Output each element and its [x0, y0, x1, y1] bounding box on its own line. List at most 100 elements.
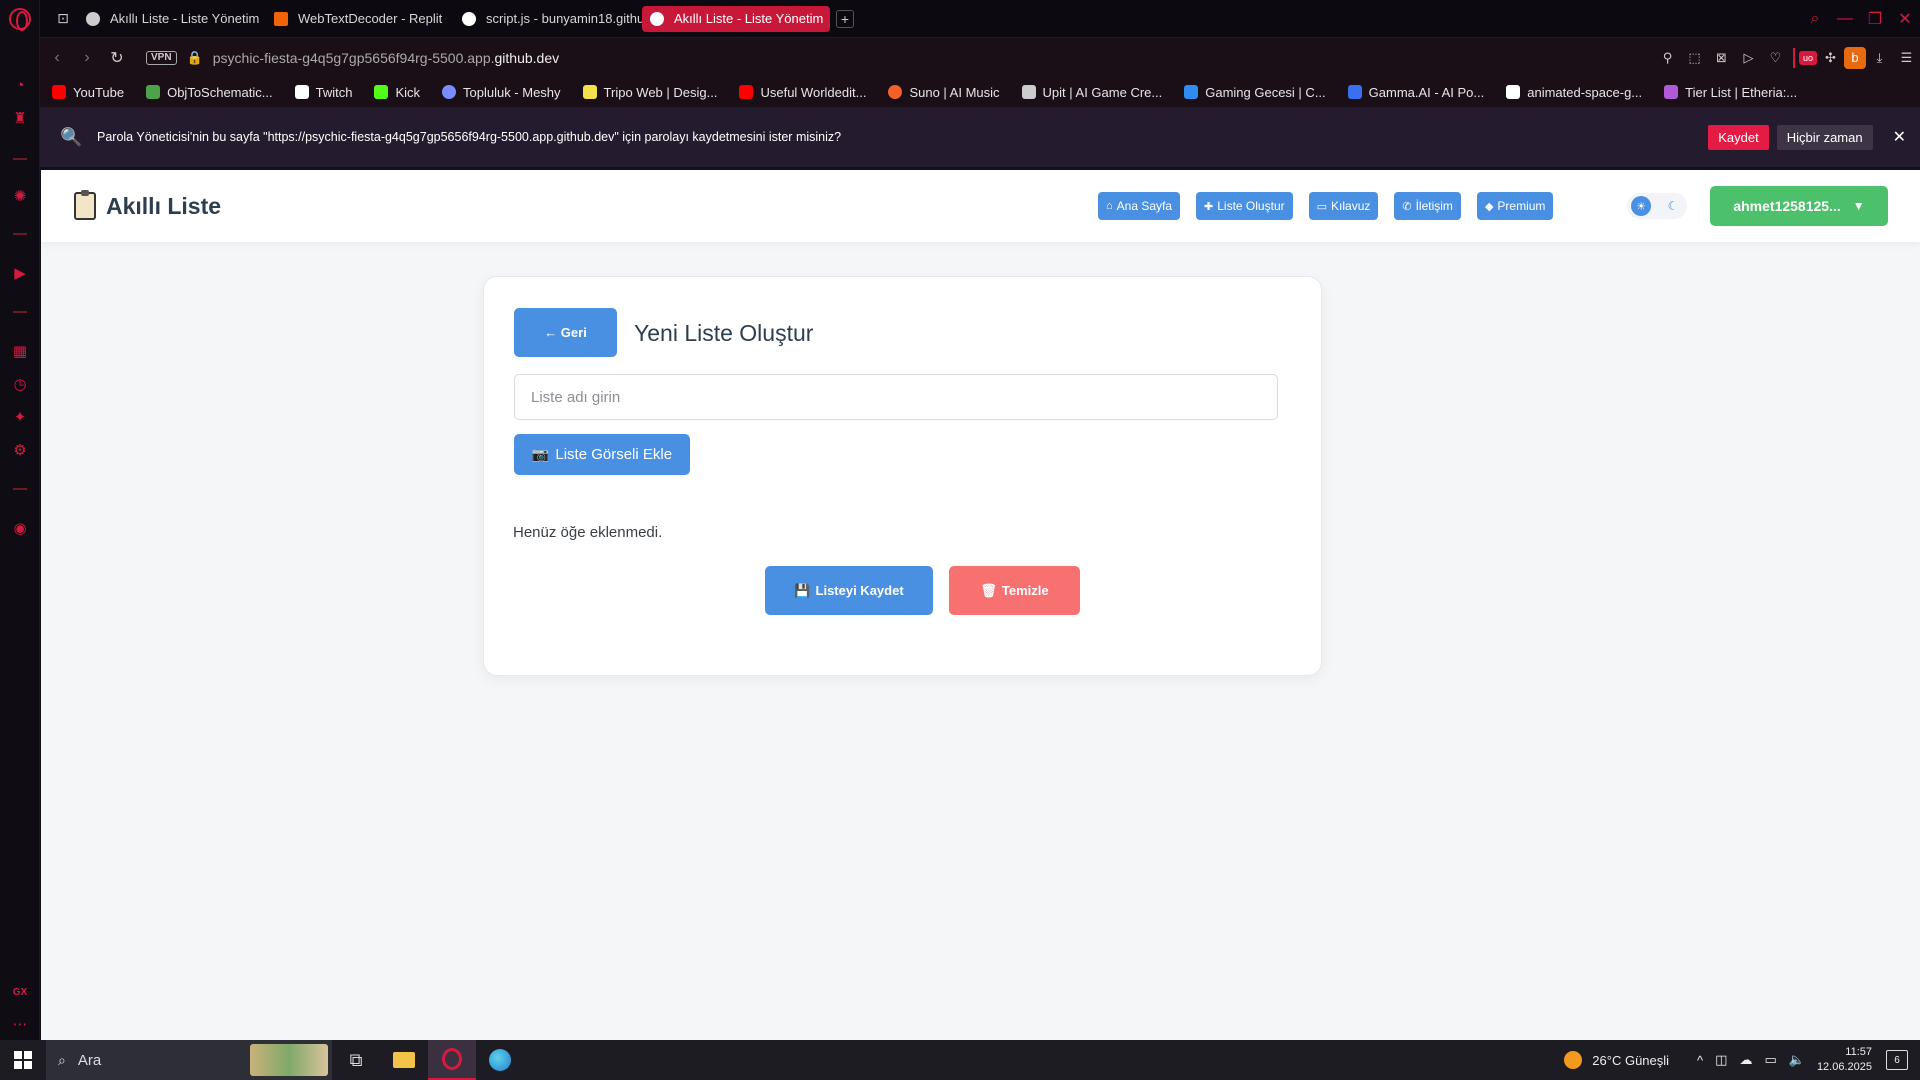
meet-icon[interactable]: ◫ [1715, 1052, 1727, 1068]
settings-icon[interactable]: ⚙ [10, 440, 30, 460]
tab-akilli-liste-active[interactable]: Akıllı Liste - Liste Yönetim [642, 5, 830, 32]
opera-logo-icon[interactable] [9, 8, 31, 31]
url-prefix: psychic-fiesta-g4q5g7gp5656f94rg-5500.ap… [212, 49, 495, 66]
nav-iletisim[interactable]: ✆ İletişim [1394, 192, 1461, 220]
bookmark-animated-space[interactable]: animated-space-g... [1506, 85, 1642, 100]
etheria-icon [1664, 85, 1679, 99]
notification-icon[interactable]: 6 [1886, 1050, 1908, 1070]
search-label: Ara [77, 1051, 102, 1069]
bookmark-meshy[interactable]: Topluluk - Meshy [442, 85, 561, 100]
nav-premium[interactable]: ◆ Premium [1476, 192, 1554, 220]
url-domain: github.dev [494, 49, 560, 66]
menu-icon[interactable]: ☰ [1893, 50, 1920, 66]
weather-sun-icon[interactable] [1564, 1051, 1583, 1069]
more-icon[interactable]: ⋯ [10, 1014, 30, 1034]
bookmark-label: Tripo Web | Desig... [603, 84, 718, 100]
user-menu-button[interactable]: ahmet1258125... ▼ [1710, 186, 1888, 226]
edge-taskbar-button[interactable] [476, 1040, 524, 1080]
adblock-icon[interactable]: ⊠ [1708, 50, 1735, 66]
tab-search-icon[interactable]: ⌕ [1800, 10, 1830, 28]
ublock-extension-icon[interactable]: uo [1799, 51, 1817, 65]
volume-icon[interactable]: 🔈 [1789, 1052, 1805, 1068]
network-icon[interactable]: ▭ [1764, 1052, 1776, 1068]
back-button[interactable]: ← Geri [514, 308, 617, 357]
restore-button[interactable]: ❐ [1860, 9, 1890, 29]
bookmark-suno[interactable]: Suno | AI Music [888, 85, 1000, 100]
pin-icon[interactable]: ⚲ [1654, 50, 1681, 66]
clear-button[interactable]: 🗑 Temizle [949, 566, 1080, 615]
theme-toggle[interactable]: ☀ ☾ [1627, 193, 1687, 219]
bookmark-objtoschematic[interactable]: ObjToSchematic... [146, 85, 273, 100]
nav-label: Liste Oluştur [1217, 199, 1285, 213]
speed-dial-icon[interactable]: ◔ [10, 75, 30, 95]
save-list-button[interactable]: 💾 Listeyi Kaydet [765, 566, 933, 615]
nav-liste-olustur[interactable]: ✚ Liste Oluştur [1196, 192, 1293, 220]
new-tab-button[interactable]: + [836, 9, 854, 28]
player-bar-icon[interactable]: ▷ [1735, 50, 1762, 66]
plus-icon: ✚ [1204, 200, 1214, 213]
moon-icon[interactable]: ☾ [1663, 196, 1683, 216]
weather-text[interactable]: 26°C Güneşli [1592, 1053, 1669, 1068]
download-icon[interactable]: ⤓ [1866, 50, 1893, 66]
sun-icon[interactable]: ☀ [1631, 196, 1651, 216]
snapshot-icon[interactable]: ⬚ [1681, 50, 1708, 66]
nav-ana-sayfa[interactable]: ⌂ Ana Sayfa [1098, 192, 1181, 220]
bookmark-youtube[interactable]: YouTube [52, 85, 124, 100]
address-actions: ⚲ ⬚ ⊠ ▷ ♡ uo ✣ b ⤓ ☰ [1654, 38, 1920, 78]
edge-icon [489, 1049, 511, 1071]
password-never-button[interactable]: Hiçbir zaman [1776, 124, 1873, 150]
workspaces-icon[interactable]: ▦ [10, 341, 30, 361]
close-icon[interactable]: ✕ [1893, 127, 1906, 147]
player-icon[interactable]: ▶ [10, 263, 30, 283]
bookmark-twitch[interactable]: Twitch [294, 85, 352, 100]
bookmark-kick[interactable]: Kick [374, 85, 420, 100]
bookmark-tripo[interactable]: Tripo Web | Desig... [582, 84, 718, 100]
lock-icon[interactable]: 🔒 [187, 50, 203, 66]
heart-icon[interactable]: ♡ [1762, 50, 1789, 66]
nav-kilavuz[interactable]: ▭ Kılavuz [1308, 192, 1379, 220]
start-button[interactable] [0, 1040, 46, 1080]
opera-gx-taskbar-button[interactable] [428, 1040, 476, 1080]
password-actions: Kaydet Hiçbir zaman ✕ [1708, 107, 1920, 167]
taskbar-search[interactable]: ⌕ Ara [46, 1040, 332, 1080]
vpn-badge[interactable]: VPN [146, 50, 177, 65]
globe-icon [650, 11, 664, 26]
bookmark-tier-list[interactable]: Tier List | Etheria:... [1664, 85, 1797, 100]
workspace-icon[interactable]: ⊡ [48, 6, 78, 32]
chevron-up-icon[interactable]: ^ [1697, 1053, 1703, 1068]
password-save-button[interactable]: Kaydet [1708, 124, 1769, 150]
bookmark-upit[interactable]: Upit | AI Game Cre... [1021, 85, 1162, 100]
profile-avatar[interactable]: b [1844, 47, 1866, 69]
minimize-button[interactable]: — [1830, 10, 1860, 28]
file-explorer-button[interactable] [380, 1040, 428, 1080]
onedrive-cloud-icon[interactable]: ☁ [1739, 1052, 1752, 1068]
gx-control-icon[interactable]: ♜ [10, 108, 30, 128]
reload-icon[interactable]: ↻ [104, 48, 130, 68]
app-brand[interactable]: Akıllı Liste [74, 190, 221, 220]
gx-corner-icon[interactable]: GX [10, 982, 30, 1002]
extensions-icon[interactable]: ✦ [10, 407, 30, 427]
history-icon[interactable]: ◷ [10, 374, 30, 394]
add-list-image-button[interactable]: 📷 Liste Görseli Ekle [514, 434, 690, 475]
chatgpt-icon[interactable]: ✺ [10, 186, 30, 206]
back-nav-icon[interactable]: ‹ [44, 49, 70, 67]
ublock-icon[interactable]: ◉ [10, 518, 30, 538]
task-view-button[interactable]: ⧉ [332, 1040, 380, 1080]
tab-script-js[interactable]: script.js - bunyamin18.github [454, 6, 642, 32]
youtube-icon [52, 85, 66, 99]
clock[interactable]: 11:57 12.06.2025 [1817, 1045, 1872, 1075]
bookmark-worldedit[interactable]: Useful Worldedit... [739, 85, 866, 100]
extensions-puzzle-icon[interactable]: ✣ [1817, 50, 1844, 66]
tab-akilli-liste-1[interactable]: Akıllı Liste - Liste Yönetim [78, 6, 266, 32]
forward-nav-icon[interactable]: › [74, 49, 100, 67]
suno-icon [888, 85, 903, 99]
list-name-input[interactable] [514, 374, 1278, 420]
opera-icon [442, 1048, 462, 1070]
page-icon [1506, 85, 1521, 99]
close-window-button[interactable]: ✕ [1890, 9, 1920, 29]
bookmark-gamma[interactable]: Gamma.AI - AI Po... [1347, 84, 1485, 100]
bookmark-label: Gamma.AI - AI Po... [1368, 84, 1485, 100]
url-field[interactable]: psychic-fiesta-g4q5g7gp5656f94rg-5500.ap… [213, 50, 559, 66]
bookmark-gaming-gecesi[interactable]: Gaming Gecesi | C... [1184, 85, 1326, 100]
tab-webtextdecoder[interactable]: WebTextDecoder - Replit [266, 6, 454, 32]
